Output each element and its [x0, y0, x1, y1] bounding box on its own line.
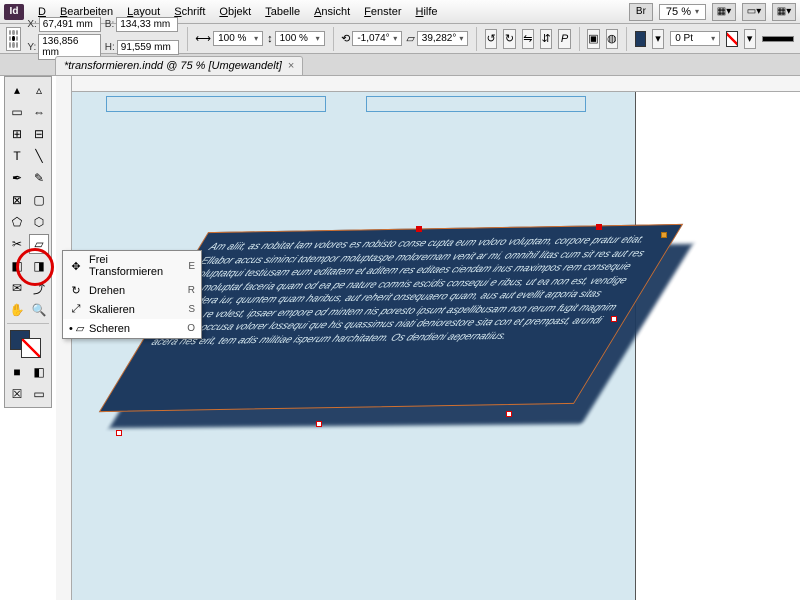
- stroke-swatch[interactable]: [726, 31, 737, 47]
- stroke-weight[interactable]: 0 Pt: [670, 31, 720, 46]
- hand-tool[interactable]: ✋: [7, 300, 27, 320]
- pen-tool[interactable]: ✒: [7, 168, 27, 188]
- pencil-tool[interactable]: ✎: [29, 168, 49, 188]
- handle-br[interactable]: [506, 411, 512, 417]
- menu-tabelle[interactable]: Tabelle: [259, 4, 306, 20]
- toolbox: ▴ ▵ ▭ ⇔ ⊞ ⊟ T ╲ ✒ ✎ ⊠ ▢ ⬠ ⬡ ✂ ▱ ◧ ◨ ✉ ⤴ …: [4, 76, 52, 408]
- scale-y-field[interactable]: ↕100 %: [267, 31, 325, 46]
- ctx-item-drehen[interactable]: ↻ Drehen R: [63, 281, 201, 300]
- content-collector-tool[interactable]: ⊞: [7, 124, 27, 144]
- select-content-icon[interactable]: ◍: [606, 29, 618, 49]
- handle-bm[interactable]: [316, 421, 322, 427]
- ruler-horizontal[interactable]: [56, 76, 800, 92]
- w-field[interactable]: B:134,33 mm: [105, 17, 179, 32]
- gradient-feather-tool[interactable]: ◨: [29, 256, 49, 276]
- ctx-shortcut: E: [188, 261, 195, 272]
- zoom-tool[interactable]: 🔍: [29, 300, 49, 320]
- menu-fenster[interactable]: Fenster: [358, 4, 407, 20]
- ctx-label: Frei Transformieren: [89, 254, 182, 278]
- ctx-icon: • ▱: [69, 322, 83, 335]
- menu-objekt[interactable]: Objekt: [213, 4, 257, 20]
- control-bar: X:67,491 mm B:134,33 mm Y:136,856 mm H:9…: [0, 24, 800, 54]
- screen-mode-button[interactable]: ▭▾: [742, 3, 766, 21]
- rotate-ccw-icon[interactable]: ↺: [485, 29, 497, 49]
- document-tabs: *transformieren.indd @ 75 % [Umgewandelt…: [0, 54, 800, 76]
- stroke-style[interactable]: [762, 36, 794, 42]
- rotation-field[interactable]: ⟲-1,074°: [341, 31, 402, 46]
- text-frame-2[interactable]: [366, 96, 586, 112]
- normal-view-icon[interactable]: ▭: [29, 384, 49, 404]
- ctx-shortcut: R: [188, 285, 195, 296]
- line-tool[interactable]: ╲: [29, 146, 49, 166]
- ctx-shortcut: S: [188, 304, 195, 315]
- menu-hilfe[interactable]: Hilfe: [409, 4, 443, 20]
- ctx-item-skalieren[interactable]: ⤢ Skalieren S: [63, 300, 201, 319]
- page-tool[interactable]: ▭: [7, 102, 27, 122]
- app-logo: Id: [4, 4, 24, 20]
- ctx-icon: ↻: [69, 284, 83, 297]
- flip-v-icon[interactable]: ⇵: [540, 29, 552, 49]
- x-field[interactable]: X:67,491 mm: [27, 17, 100, 32]
- select-container-icon[interactable]: ▣: [587, 29, 599, 49]
- gradient-swatch-tool[interactable]: ◧: [7, 256, 27, 276]
- reference-point[interactable]: [6, 27, 21, 51]
- ctx-label: Skalieren: [89, 304, 182, 316]
- p-icon[interactable]: P: [558, 29, 570, 49]
- handle-tm[interactable]: [416, 226, 422, 232]
- scale-x-field[interactable]: ⟷100 %: [195, 31, 263, 46]
- apply-color-icon[interactable]: ■: [7, 362, 27, 382]
- flip-h-icon[interactable]: ⇋: [522, 29, 534, 49]
- apply-none-icon[interactable]: ☒: [7, 384, 27, 404]
- rotate-cw-icon[interactable]: ↻: [503, 29, 515, 49]
- fill-stroke-wells[interactable]: [7, 330, 49, 360]
- fill-swatch[interactable]: [635, 31, 646, 47]
- stroke-dropdown[interactable]: ▾: [744, 29, 756, 49]
- document-tab[interactable]: *transformieren.indd @ 75 % [Umgewandelt…: [55, 56, 303, 75]
- ctx-item-frei-transformieren[interactable]: ✥ Frei Transformieren E: [63, 251, 201, 281]
- ctx-icon: ⤢: [69, 303, 83, 316]
- arrange-button[interactable]: ▦▾: [772, 3, 796, 21]
- free-transform-tool[interactable]: ▱: [29, 234, 49, 254]
- ellipse-tool[interactable]: ⬡: [29, 212, 49, 232]
- selection-tool[interactable]: ▴: [7, 80, 27, 100]
- handle-bl[interactable]: [116, 430, 122, 436]
- bridge-button[interactable]: Br: [629, 3, 653, 21]
- ctx-icon: ✥: [69, 260, 83, 273]
- ctx-shortcut: O: [187, 323, 195, 334]
- rectangle-frame-tool[interactable]: ⊠: [7, 190, 27, 210]
- direct-selection-tool[interactable]: ▵: [29, 80, 49, 100]
- handle-r[interactable]: [661, 232, 667, 238]
- note-tool[interactable]: ✉: [7, 278, 27, 298]
- zoom-dropdown[interactable]: 75 %: [659, 4, 706, 20]
- menu-ansicht[interactable]: Ansicht: [308, 4, 356, 20]
- polygon-tool[interactable]: ⬠: [7, 212, 27, 232]
- rectangle-tool[interactable]: ▢: [29, 190, 49, 210]
- fill-dropdown[interactable]: ▾: [652, 29, 664, 49]
- type-tool[interactable]: T: [7, 146, 27, 166]
- gap-tool[interactable]: ⇔: [29, 102, 49, 122]
- transform-flyout-menu: ✥ Frei Transformieren E ↻ Drehen R ⤢ Skalieren S…: [62, 250, 202, 339]
- scissors-tool[interactable]: ✂: [7, 234, 27, 254]
- handle-mr[interactable]: [611, 316, 617, 322]
- ctx-item-scheren[interactable]: • ▱ Scheren O: [63, 319, 201, 338]
- apply-gradient-icon[interactable]: ◧: [29, 362, 49, 382]
- ctx-label: Scheren: [89, 323, 181, 335]
- ctx-label: Drehen: [89, 285, 182, 297]
- shear-field[interactable]: ▱39,282°: [406, 31, 468, 46]
- view-options-button[interactable]: ▦▾: [712, 3, 736, 21]
- handle-tr[interactable]: [596, 224, 602, 230]
- content-placer-tool[interactable]: ⊟: [29, 124, 49, 144]
- tab-title: *transformieren.indd @ 75 % [Umgewandelt…: [64, 60, 282, 72]
- workspace: ▴ ▵ ▭ ⇔ ⊞ ⊟ T ╲ ✒ ✎ ⊠ ▢ ⬠ ⬡ ✂ ▱ ◧ ◨ ✉ ⤴ …: [0, 76, 800, 600]
- eyedropper-tool[interactable]: ⤴: [29, 278, 49, 298]
- close-tab-icon[interactable]: ×: [288, 60, 294, 72]
- text-frame-1[interactable]: [106, 96, 326, 112]
